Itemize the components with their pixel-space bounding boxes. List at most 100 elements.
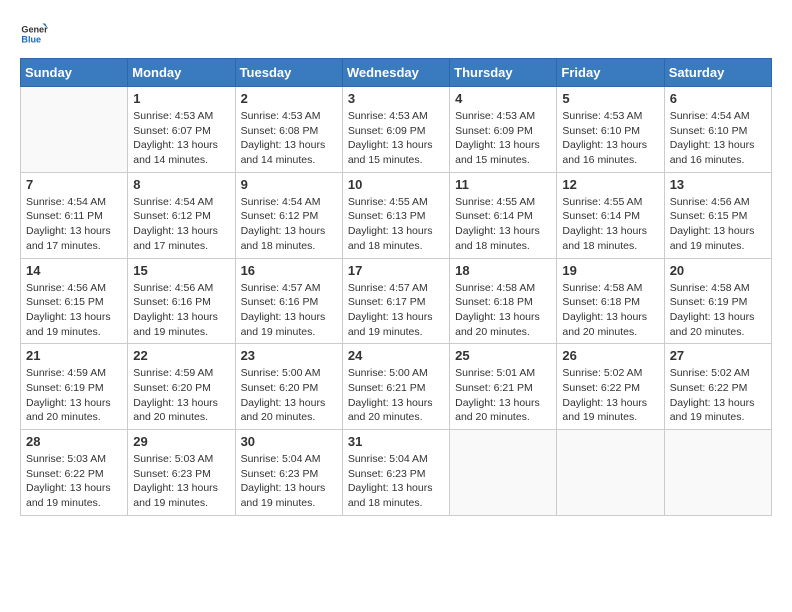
day-number: 5 xyxy=(562,91,658,106)
cell-info: Sunrise: 5:02 AM Sunset: 6:22 PM Dayligh… xyxy=(562,366,658,425)
day-number: 26 xyxy=(562,348,658,363)
sunset-text: Sunset: 6:21 PM xyxy=(455,381,551,396)
day-number: 3 xyxy=(348,91,444,106)
day-number: 7 xyxy=(26,177,122,192)
daylight-text: Daylight: 13 hours and 20 minutes. xyxy=(455,396,551,425)
sunrise-text: Sunrise: 5:03 AM xyxy=(26,452,122,467)
day-number: 28 xyxy=(26,434,122,449)
daylight-text: Daylight: 13 hours and 19 minutes. xyxy=(241,481,337,510)
sunrise-text: Sunrise: 4:53 AM xyxy=(348,109,444,124)
cell-info: Sunrise: 4:53 AM Sunset: 6:09 PM Dayligh… xyxy=(348,109,444,168)
daylight-text: Daylight: 13 hours and 20 minutes. xyxy=(133,396,229,425)
day-number: 1 xyxy=(133,91,229,106)
cell-info: Sunrise: 4:58 AM Sunset: 6:18 PM Dayligh… xyxy=(562,281,658,340)
daylight-text: Daylight: 13 hours and 19 minutes. xyxy=(670,224,766,253)
cell-info: Sunrise: 4:54 AM Sunset: 6:12 PM Dayligh… xyxy=(241,195,337,254)
calendar-cell: 16 Sunrise: 4:57 AM Sunset: 6:16 PM Dayl… xyxy=(235,258,342,344)
cell-info: Sunrise: 4:55 AM Sunset: 6:14 PM Dayligh… xyxy=(562,195,658,254)
cell-info: Sunrise: 4:56 AM Sunset: 6:15 PM Dayligh… xyxy=(26,281,122,340)
sunrise-text: Sunrise: 4:55 AM xyxy=(455,195,551,210)
svg-text:General: General xyxy=(21,25,48,35)
cell-info: Sunrise: 5:00 AM Sunset: 6:21 PM Dayligh… xyxy=(348,366,444,425)
cell-info: Sunrise: 4:58 AM Sunset: 6:19 PM Dayligh… xyxy=(670,281,766,340)
col-header-sunday: Sunday xyxy=(21,59,128,87)
day-number: 17 xyxy=(348,263,444,278)
calendar-cell: 22 Sunrise: 4:59 AM Sunset: 6:20 PM Dayl… xyxy=(128,344,235,430)
calendar-cell: 31 Sunrise: 5:04 AM Sunset: 6:23 PM Dayl… xyxy=(342,430,449,516)
sunrise-text: Sunrise: 5:02 AM xyxy=(562,366,658,381)
sunset-text: Sunset: 6:21 PM xyxy=(348,381,444,396)
day-number: 15 xyxy=(133,263,229,278)
day-number: 16 xyxy=(241,263,337,278)
sunset-text: Sunset: 6:19 PM xyxy=(26,381,122,396)
calendar-cell: 11 Sunrise: 4:55 AM Sunset: 6:14 PM Dayl… xyxy=(450,172,557,258)
sunrise-text: Sunrise: 4:56 AM xyxy=(26,281,122,296)
sunset-text: Sunset: 6:08 PM xyxy=(241,124,337,139)
calendar-cell: 8 Sunrise: 4:54 AM Sunset: 6:12 PM Dayli… xyxy=(128,172,235,258)
calendar-cell: 19 Sunrise: 4:58 AM Sunset: 6:18 PM Dayl… xyxy=(557,258,664,344)
col-header-wednesday: Wednesday xyxy=(342,59,449,87)
sunrise-text: Sunrise: 5:03 AM xyxy=(133,452,229,467)
daylight-text: Daylight: 13 hours and 19 minutes. xyxy=(562,396,658,425)
calendar-cell: 12 Sunrise: 4:55 AM Sunset: 6:14 PM Dayl… xyxy=(557,172,664,258)
cell-info: Sunrise: 5:02 AM Sunset: 6:22 PM Dayligh… xyxy=(670,366,766,425)
sunset-text: Sunset: 6:23 PM xyxy=(348,467,444,482)
cell-info: Sunrise: 4:59 AM Sunset: 6:19 PM Dayligh… xyxy=(26,366,122,425)
day-number: 21 xyxy=(26,348,122,363)
sunset-text: Sunset: 6:18 PM xyxy=(562,295,658,310)
calendar-cell: 7 Sunrise: 4:54 AM Sunset: 6:11 PM Dayli… xyxy=(21,172,128,258)
daylight-text: Daylight: 13 hours and 15 minutes. xyxy=(455,138,551,167)
calendar-cell: 21 Sunrise: 4:59 AM Sunset: 6:19 PM Dayl… xyxy=(21,344,128,430)
calendar-week-row: 7 Sunrise: 4:54 AM Sunset: 6:11 PM Dayli… xyxy=(21,172,772,258)
sunrise-text: Sunrise: 4:54 AM xyxy=(26,195,122,210)
cell-info: Sunrise: 5:03 AM Sunset: 6:22 PM Dayligh… xyxy=(26,452,122,511)
col-header-friday: Friday xyxy=(557,59,664,87)
daylight-text: Daylight: 13 hours and 20 minutes. xyxy=(26,396,122,425)
daylight-text: Daylight: 13 hours and 19 minutes. xyxy=(241,310,337,339)
calendar-week-row: 21 Sunrise: 4:59 AM Sunset: 6:19 PM Dayl… xyxy=(21,344,772,430)
day-number: 8 xyxy=(133,177,229,192)
cell-info: Sunrise: 4:54 AM Sunset: 6:10 PM Dayligh… xyxy=(670,109,766,168)
sunset-text: Sunset: 6:20 PM xyxy=(133,381,229,396)
calendar-week-row: 14 Sunrise: 4:56 AM Sunset: 6:15 PM Dayl… xyxy=(21,258,772,344)
daylight-text: Daylight: 13 hours and 20 minutes. xyxy=(562,310,658,339)
daylight-text: Daylight: 13 hours and 19 minutes. xyxy=(26,310,122,339)
sunrise-text: Sunrise: 5:00 AM xyxy=(348,366,444,381)
svg-text:Blue: Blue xyxy=(21,34,41,44)
day-number: 14 xyxy=(26,263,122,278)
calendar-cell: 10 Sunrise: 4:55 AM Sunset: 6:13 PM Dayl… xyxy=(342,172,449,258)
sunrise-text: Sunrise: 4:55 AM xyxy=(348,195,444,210)
daylight-text: Daylight: 13 hours and 14 minutes. xyxy=(133,138,229,167)
calendar-cell: 13 Sunrise: 4:56 AM Sunset: 6:15 PM Dayl… xyxy=(664,172,771,258)
day-number: 22 xyxy=(133,348,229,363)
sunset-text: Sunset: 6:20 PM xyxy=(241,381,337,396)
daylight-text: Daylight: 13 hours and 18 minutes. xyxy=(241,224,337,253)
day-number: 2 xyxy=(241,91,337,106)
cell-info: Sunrise: 5:04 AM Sunset: 6:23 PM Dayligh… xyxy=(348,452,444,511)
daylight-text: Daylight: 13 hours and 18 minutes. xyxy=(562,224,658,253)
cell-info: Sunrise: 4:53 AM Sunset: 6:07 PM Dayligh… xyxy=(133,109,229,168)
col-header-monday: Monday xyxy=(128,59,235,87)
day-number: 11 xyxy=(455,177,551,192)
cell-info: Sunrise: 5:03 AM Sunset: 6:23 PM Dayligh… xyxy=(133,452,229,511)
calendar-cell: 25 Sunrise: 5:01 AM Sunset: 6:21 PM Dayl… xyxy=(450,344,557,430)
day-number: 30 xyxy=(241,434,337,449)
cell-info: Sunrise: 4:54 AM Sunset: 6:11 PM Dayligh… xyxy=(26,195,122,254)
logo-icon: General Blue xyxy=(20,20,48,48)
logo: General Blue xyxy=(20,20,52,48)
sunset-text: Sunset: 6:15 PM xyxy=(670,209,766,224)
cell-info: Sunrise: 4:58 AM Sunset: 6:18 PM Dayligh… xyxy=(455,281,551,340)
sunrise-text: Sunrise: 5:04 AM xyxy=(348,452,444,467)
day-number: 12 xyxy=(562,177,658,192)
sunrise-text: Sunrise: 4:55 AM xyxy=(562,195,658,210)
daylight-text: Daylight: 13 hours and 19 minutes. xyxy=(26,481,122,510)
calendar-cell: 1 Sunrise: 4:53 AM Sunset: 6:07 PM Dayli… xyxy=(128,87,235,173)
calendar-cell: 5 Sunrise: 4:53 AM Sunset: 6:10 PM Dayli… xyxy=(557,87,664,173)
sunset-text: Sunset: 6:17 PM xyxy=(348,295,444,310)
sunset-text: Sunset: 6:14 PM xyxy=(562,209,658,224)
calendar-cell xyxy=(21,87,128,173)
calendar-cell: 30 Sunrise: 5:04 AM Sunset: 6:23 PM Dayl… xyxy=(235,430,342,516)
daylight-text: Daylight: 13 hours and 17 minutes. xyxy=(133,224,229,253)
daylight-text: Daylight: 13 hours and 14 minutes. xyxy=(241,138,337,167)
calendar-cell: 3 Sunrise: 4:53 AM Sunset: 6:09 PM Dayli… xyxy=(342,87,449,173)
